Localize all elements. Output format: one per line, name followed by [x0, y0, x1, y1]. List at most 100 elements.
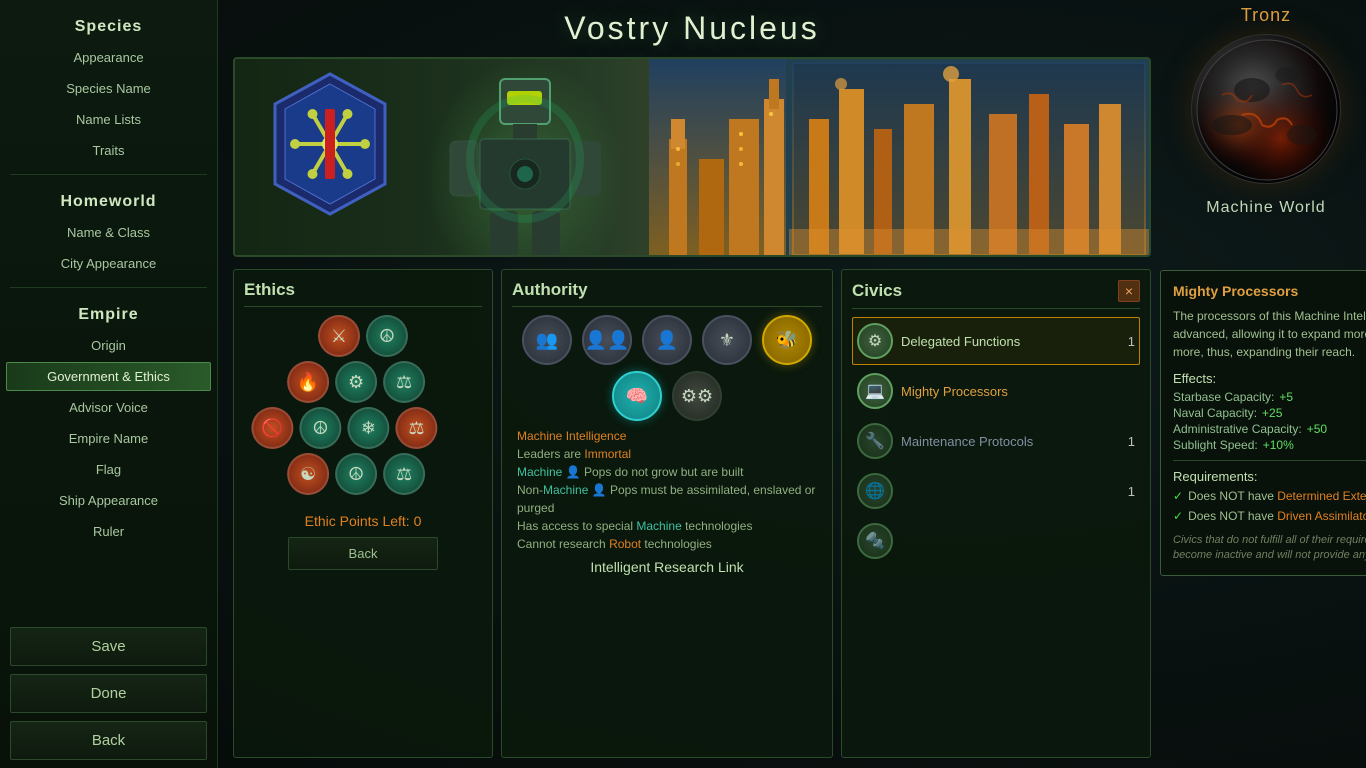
- req-text-1: Does NOT have Determined Exterminator Ci…: [1188, 488, 1366, 505]
- tooltip-req-1: ✓ Does NOT have Determined Exterminator …: [1173, 488, 1366, 505]
- sidebar-item-origin[interactable]: Origin: [6, 331, 211, 360]
- tooltip-body: The processors of this Machine Intellige…: [1173, 307, 1366, 361]
- ethic-icon-3d[interactable]: ⚖: [395, 407, 437, 449]
- civic-name-3: Maintenance Protocols: [901, 434, 1111, 449]
- planet-type: Machine World: [1206, 199, 1325, 217]
- sidebar-item-city-appearance[interactable]: City Appearance: [6, 249, 211, 278]
- effect-value-4: +10%: [1263, 438, 1294, 452]
- tooltip-req-2: ✓ Does NOT have Driven Assimilator Civic: [1173, 508, 1366, 525]
- spacer: [0, 547, 217, 623]
- ethics-row-3: 🚫 ☮ ❄ ⚖: [251, 407, 437, 449]
- ethics-row-1: ⚔ ☮: [318, 315, 408, 357]
- ethic-icon-2b[interactable]: ⚙: [335, 361, 377, 403]
- back-button[interactable]: Back: [10, 721, 207, 760]
- authority-btn-4[interactable]: ⚜: [702, 315, 752, 365]
- hex-emblem: [265, 69, 395, 219]
- effect-value-3: +50: [1307, 422, 1327, 436]
- req-text-2: Does NOT have Driven Assimilator Civic: [1188, 508, 1366, 525]
- sidebar-item-advisor-voice[interactable]: Advisor Voice: [6, 393, 211, 422]
- tooltip-title: Mighty Processors: [1173, 283, 1366, 299]
- ethics-row-2: 🔥 ⚙ ⚖: [287, 361, 425, 403]
- ethic-points: Ethic Points Left: 0: [244, 513, 482, 529]
- auth-desc-leaders: Leaders are Immortal: [517, 445, 817, 463]
- done-button[interactable]: Done: [10, 674, 207, 713]
- auth-desc-line1: Machine Intelligence: [517, 429, 626, 443]
- civics-close-button[interactable]: ×: [1118, 280, 1140, 302]
- sidebar-item-traits[interactable]: Traits: [6, 136, 211, 165]
- authority-btn-1[interactable]: 👥: [522, 315, 572, 365]
- civic-count-3: 1: [1119, 434, 1135, 449]
- preview-banner: [233, 57, 1151, 257]
- ethic-icon-2a[interactable]: 🔥: [287, 361, 329, 403]
- sidebar-item-name-lists[interactable]: Name Lists: [6, 105, 211, 134]
- species-heading: Species: [0, 8, 217, 42]
- sidebar-item-appearance[interactable]: Appearance: [6, 43, 211, 72]
- civics-panel: Civics × ⚙ Delegated Functions 1 💻 Might…: [841, 269, 1151, 758]
- civic-item-3[interactable]: 🔧 Maintenance Protocols 1: [852, 417, 1140, 465]
- sidebar-item-empire-name[interactable]: Empire Name: [6, 424, 211, 453]
- tooltip-effects-title: Effects:: [1173, 371, 1366, 386]
- sidebar-item-ship-appearance[interactable]: Ship Appearance: [6, 486, 211, 515]
- civic-name-1: Delegated Functions: [901, 334, 1111, 349]
- civic-item-2[interactable]: 💻 Mighty Processors: [852, 367, 1140, 415]
- ethic-icon-4b[interactable]: ☮: [335, 453, 377, 495]
- civic-icon-3: 🔧: [857, 423, 893, 459]
- ethic-points-value: 0: [414, 513, 422, 529]
- civic-item-1[interactable]: ⚙ Delegated Functions 1: [852, 317, 1140, 365]
- authority-panel: Authority 👥 👤👤 👤 ⚜ 🐝 🧠 ⚙⚙ Machine Intell…: [501, 269, 833, 758]
- main-content: Vostry Nucleus: [218, 0, 1166, 768]
- civics-header: Civics ×: [852, 280, 1140, 309]
- ethic-icon-3c[interactable]: ❄: [347, 407, 389, 449]
- ethic-icon-2c[interactable]: ⚖: [383, 361, 425, 403]
- effect-value-2: +25: [1262, 406, 1282, 420]
- effect-label-2: Naval Capacity:: [1173, 406, 1257, 420]
- sidebar-item-species-name[interactable]: Species Name: [6, 74, 211, 103]
- civic-count-1: 1: [1119, 334, 1135, 349]
- req-check-2: ✓: [1173, 508, 1183, 525]
- authority-btn-5[interactable]: 🐝: [762, 315, 812, 365]
- authority-btn-selected-1[interactable]: 🧠: [612, 371, 662, 421]
- sidebar-item-ruler[interactable]: Ruler: [6, 517, 211, 546]
- authority-btn-selected-2[interactable]: ⚙⚙: [672, 371, 722, 421]
- tooltip-body-text: The processors of this Machine Intellige…: [1173, 309, 1366, 359]
- authority-description: Machine Intelligence Leaders are Immorta…: [512, 427, 822, 553]
- mighty-processors-tooltip: Mighty Processors The processors of this…: [1160, 270, 1366, 576]
- page-title: Vostry Nucleus: [233, 10, 1151, 47]
- ethic-icon-4a[interactable]: ☯: [287, 453, 329, 495]
- ethics-title: Ethics: [244, 280, 482, 307]
- civic-icon-5: 🔩: [857, 523, 893, 559]
- ethic-icon-3a[interactable]: 🚫: [251, 407, 293, 449]
- civic-item-4[interactable]: 🌐 1: [852, 467, 1140, 515]
- civic-item-5[interactable]: 🔩: [852, 517, 1140, 565]
- ethic-points-label: Ethic Points Left:: [305, 513, 410, 529]
- civic-icon-1: ⚙: [857, 323, 893, 359]
- save-button[interactable]: Save: [10, 627, 207, 666]
- divider-1: [10, 174, 207, 175]
- ethic-icon-4c[interactable]: ⚖: [383, 453, 425, 495]
- ethic-icon-3b[interactable]: ☮: [299, 407, 341, 449]
- authority-btn-2[interactable]: 👤👤: [582, 315, 632, 365]
- sidebar-item-government-ethics[interactable]: Government & Ethics: [6, 362, 211, 391]
- ethics-wheel: ⚔ ☮ 🔥 ⚙ ⚖ 🚫 ☮ ❄ ⚖: [248, 315, 478, 505]
- homeworld-heading: Homeworld: [0, 183, 217, 217]
- divider-2: [10, 287, 207, 288]
- tooltip-footer: Civics that do not fulfill all of their …: [1173, 533, 1366, 564]
- req-link-1: Determined Exterminator: [1277, 489, 1366, 503]
- ethic-icon-pacifist[interactable]: ☮: [366, 315, 408, 357]
- ethics-row-4: ☯ ☮ ⚖: [287, 453, 425, 495]
- authority-btn-3[interactable]: 👤: [642, 315, 692, 365]
- authority-title: Authority: [512, 280, 822, 307]
- auth-desc-machine-pops: Machine 👤 Pops do not grow but are built: [517, 463, 817, 481]
- auth-desc-robot: Cannot research Robot technologies: [517, 535, 817, 553]
- auth-immortal: Immortal: [584, 447, 631, 461]
- effect-label-3: Administrative Capacity:: [1173, 422, 1302, 436]
- sidebar-item-name-class[interactable]: Name & Class: [6, 218, 211, 247]
- ethics-back-button[interactable]: Back: [288, 537, 439, 570]
- effect-label-1: Starbase Capacity:: [1173, 390, 1274, 404]
- bottom-section: Ethics ⚔ ☮ 🔥 ⚙ ⚖ 🚫: [233, 269, 1151, 758]
- ethic-icon-militarist[interactable]: ⚔: [318, 315, 360, 357]
- tooltip-effect-2: Naval Capacity: +25: [1173, 406, 1366, 420]
- sidebar-item-flag[interactable]: Flag: [6, 455, 211, 484]
- auth-desc-machine-tech: Has access to special Machine technologi…: [517, 517, 817, 535]
- auth-desc-non-machine: Non-Machine 👤 Pops must be assimilated, …: [517, 481, 817, 517]
